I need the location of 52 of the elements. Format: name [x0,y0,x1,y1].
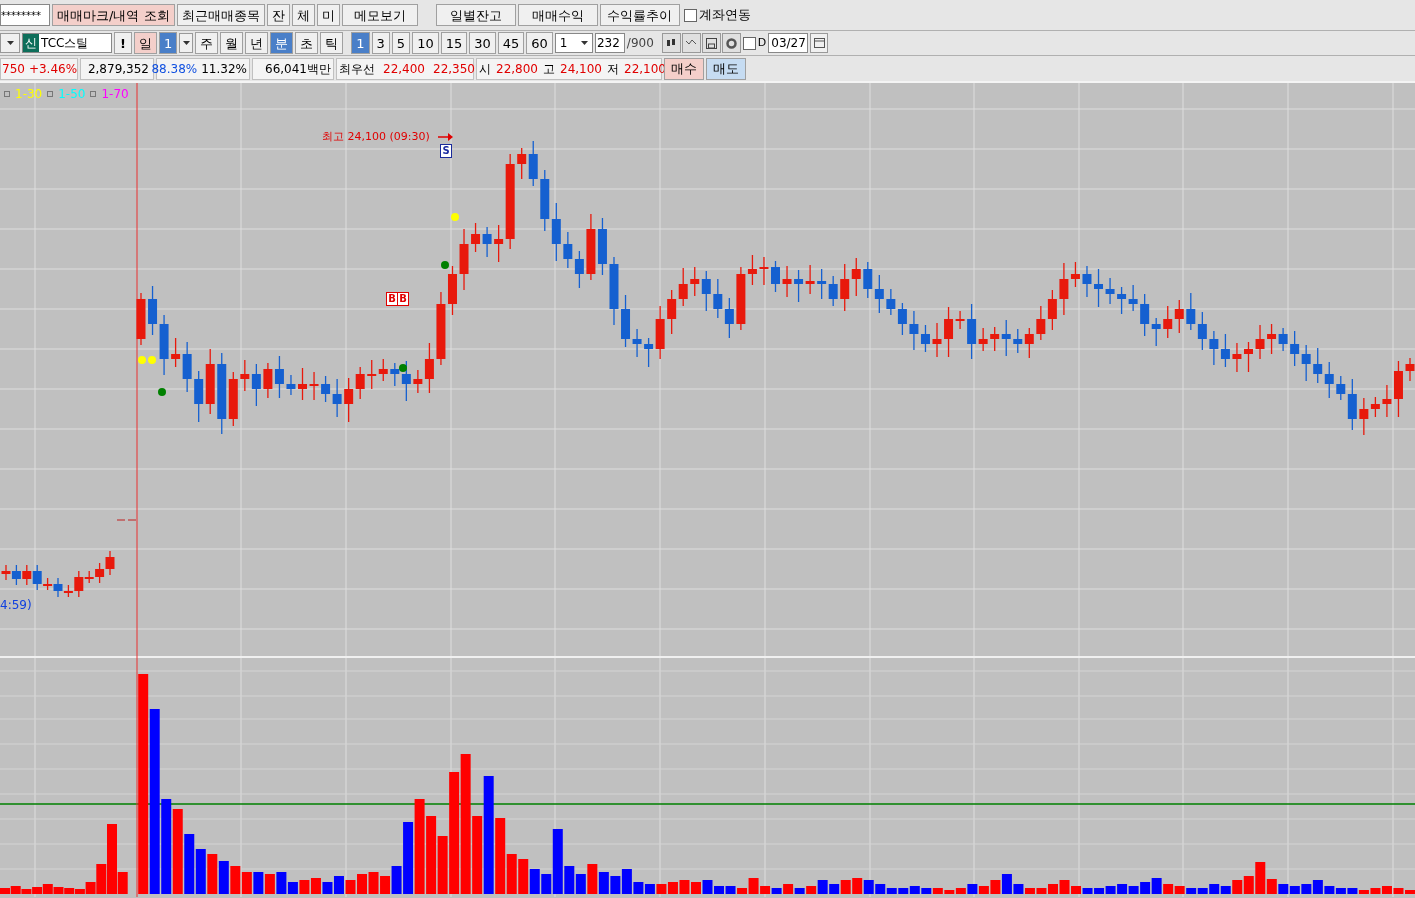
toolbar-button[interactable]: 메모보기 [341,4,418,26]
count-field[interactable]: 232 [594,33,625,53]
quote-cell: 최우선 22,400 22,350 [336,57,474,80]
period-tab[interactable]: 틱 [320,32,344,54]
toolbar-button[interactable]: 일별잔고 [435,4,516,26]
buy-marker: B [386,292,398,306]
interval-tab[interactable]: 5 [391,32,411,54]
toolbar-button[interactable]: 매매수익 [517,4,598,26]
interval-tab[interactable]: 45 [497,32,525,54]
stock-field[interactable]: 신 TCC스틸 [22,33,112,53]
date-field[interactable]: 03/27 [768,33,809,53]
period-tab[interactable]: 월 [220,32,244,54]
period-tab[interactable]: 일 [134,32,157,54]
low-price-note: 4:59) [0,597,32,614]
alert-button[interactable]: ! [114,32,132,54]
interval-tab[interactable]: 10 [412,32,439,54]
high-price-note: 최고 24,100 (09:30) [322,129,430,145]
change-value: 750 [2,60,25,78]
count-max: /900 [626,35,654,52]
period-tab[interactable]: 초 [295,32,319,54]
toolbar-button[interactable]: 체 [291,4,315,26]
quote-cell: 66,041백만 [252,57,334,80]
account-field[interactable]: ******** [0,4,50,26]
buy-marker: B [397,292,409,306]
change-rate: +3.46% [28,60,78,78]
quote-cell: 시 22,800 고 24,100 저 22,100 [476,57,662,80]
period-tab[interactable]: 년 [245,32,269,54]
period-tab[interactable]: 1 [159,32,178,54]
period-tab[interactable]: 분 [270,32,294,54]
interval-tab[interactable]: 30 [469,32,496,54]
sell-button[interactable]: 매도 [706,57,746,80]
interval-value: 1 [559,35,568,52]
credit-badge: 신 [23,34,39,52]
interval-tab[interactable]: 15 [440,32,468,54]
interval-tab[interactable]: 1 [351,32,370,54]
toolbar-button[interactable]: 잔 [266,4,290,26]
toolbar-button[interactable]: 수익률추이 [599,4,680,26]
interval-tab[interactable]: 3 [371,32,390,54]
interval-dropdown[interactable]: 1 [554,33,593,53]
sell-marker: S [440,144,452,158]
legend-label: 1-30 [15,86,43,103]
toolbar-button[interactable]: 미 [316,4,340,26]
checkbox-label: 계좌연동 [698,6,751,25]
toolbar-button[interactable]: 매매마크/내역 조회 [52,4,175,26]
buy-button[interactable]: 매수 [664,57,704,80]
period-tab[interactable]: 주 [195,32,219,54]
legend-label: 1-50 [58,86,86,103]
checkbox-label: D [757,34,767,51]
interval-tab[interactable]: 60 [526,32,553,54]
legend-label: 1-70 [101,86,129,103]
stock-name: TCC스틸 [41,35,89,52]
toolbar-button[interactable]: 최근매매종목 [176,4,265,26]
